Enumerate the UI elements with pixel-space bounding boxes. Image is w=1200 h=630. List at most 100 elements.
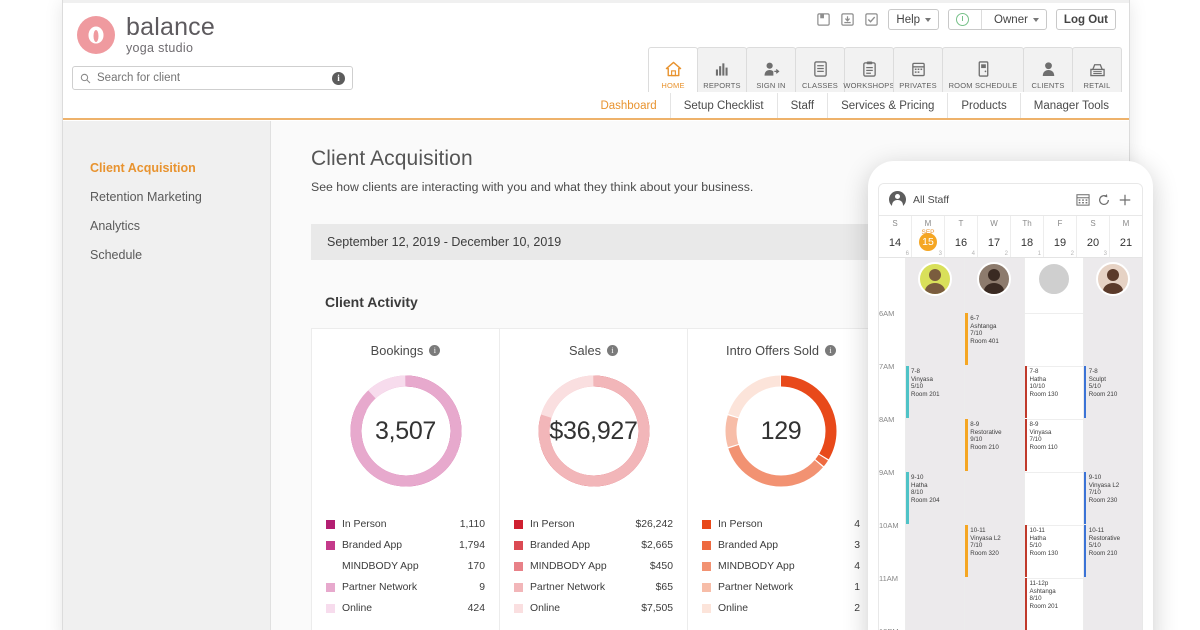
schedule-event[interactable]: 7-8 Sculpt 5/10 Room 210 [1083, 366, 1142, 418]
event-line: 6-7 [970, 315, 980, 322]
nav-tab-retail[interactable]: RETAIL [1072, 47, 1122, 95]
event-line: Room 201 [1029, 602, 1059, 610]
schedule-column-0[interactable]: 7-8 Vinyasa 5/10 Room 201 9-10 Hatha 8/10 Room … [905, 258, 965, 630]
info-icon[interactable]: i [824, 345, 836, 356]
nav-tab-reports[interactable]: REPORTS [697, 47, 747, 95]
calendar-view-icon[interactable] [1076, 193, 1090, 206]
nav-tab-label: PRIVATES [899, 81, 937, 90]
sidebar-item-schedule[interactable]: Schedule [63, 241, 270, 270]
info-icon[interactable]: i [607, 345, 618, 356]
nav-tab-label: REPORTS [703, 81, 741, 90]
subnav-item-setup-checklist[interactable]: Setup Checklist [669, 93, 777, 119]
nav-tab-clients[interactable]: CLIENTS [1023, 47, 1073, 95]
schedule-event[interactable]: 10-11 Hatha 5/10 Room 130 [1024, 525, 1083, 577]
schedule-column-3[interactable]: 7-8 Sculpt 5/10 Room 210 9-10 Vinyasa L2 7/10 R… [1082, 258, 1142, 630]
legend-value: $2,665 [641, 540, 673, 551]
schedule-event[interactable]: 9-10 Hatha 8/10 Room 204 [906, 472, 964, 524]
day-strip: S 14 6 M SEP 15 3 T 16 4 W 17 2 Th 18 1 F 19 2 S 20 3 M 21 [879, 216, 1142, 258]
day-cell-21[interactable]: M 21 [1109, 216, 1142, 257]
day-cell-19[interactable]: F 19 2 [1043, 216, 1076, 257]
event-line: Room 201 [911, 390, 940, 398]
logout-button[interactable]: Log Out [1055, 9, 1116, 30]
day-cell-17[interactable]: W 17 2 [977, 216, 1010, 257]
day-cell-16[interactable]: T 16 4 [944, 216, 977, 257]
nav-tab-room-schedule[interactable]: ROOM SCHEDULE [942, 47, 1024, 95]
search-info-icon[interactable]: i [332, 71, 345, 85]
staff-avatar[interactable] [977, 262, 1012, 299]
sidebar: Client Acquisition Retention Marketing Ana… [63, 121, 271, 630]
subnav-item-services-pricing[interactable]: Services & Pricing [827, 93, 947, 119]
day-cell-18[interactable]: Th 18 1 [1010, 216, 1043, 257]
sidebar-item-analytics[interactable]: Analytics [63, 212, 270, 241]
inbox-icon[interactable] [840, 12, 855, 27]
day-number: 17 [987, 237, 1001, 249]
sidebar-item-retention-marketing[interactable]: Retention Marketing [63, 183, 270, 212]
event-color-bar [906, 366, 909, 418]
subnav-item-manager-tools[interactable]: Manager Tools [1019, 93, 1122, 119]
schedule-event[interactable]: 9-10 Vinyasa L2 7/10 Room 230 [1083, 472, 1142, 524]
event-color-bar [965, 313, 968, 365]
info-icon[interactable]: i [429, 345, 441, 356]
add-icon[interactable] [1118, 193, 1132, 207]
staff-avatar[interactable] [918, 262, 953, 299]
search-icon [80, 73, 91, 83]
calendar-icon [911, 59, 926, 77]
refresh-icon[interactable] [1097, 193, 1111, 207]
subnav-item-dashboard[interactable]: Dashboard [587, 93, 669, 119]
card-header: Intro Offers Sold i [702, 343, 860, 358]
staff-filter-label[interactable]: All Staff [913, 194, 1069, 206]
donut-chart: 3,507 [347, 372, 465, 490]
legend-swatch [514, 541, 523, 550]
nav-tab-workshops[interactable]: WORKSHOPS [843, 47, 895, 95]
day-number: 18 [1020, 237, 1034, 249]
subnav-item-staff[interactable]: Staff [776, 93, 827, 119]
event-line: 5/10 [1088, 542, 1101, 550]
donut-center-value: $36,927 [549, 416, 638, 445]
schedule-event[interactable]: 10-11 Vinyasa L2 7/10 Room 320 [965, 525, 1023, 577]
nav-tab-sign-in[interactable]: SIGN IN [746, 47, 796, 95]
brand-logo[interactable]: balance yoga studio [77, 15, 215, 55]
event-line: 9/10 [970, 436, 983, 444]
event-line: 11-12p [1029, 580, 1049, 587]
schedule-event[interactable]: 6-7 Ashtanga 7/10 Room 401 [965, 313, 1023, 365]
help-dropdown[interactable]: Help [888, 9, 940, 30]
schedule-event[interactable]: 8-9 Vinyasa 7/10 Room 110 [1024, 419, 1083, 471]
day-cell-14[interactable]: S 14 6 [879, 216, 911, 257]
tasks-icon[interactable] [864, 12, 879, 27]
schedule-event[interactable]: 11-12p Ashtanga 8/10 Room 201 [1024, 578, 1083, 630]
sidebar-item-client-acquisition[interactable]: Client Acquisition [63, 154, 270, 183]
clock-status[interactable] [949, 10, 976, 29]
schedule-column-2[interactable]: 7-8 Hatha 10/10 Room 130 8-9 Vinyasa 7/10 Room … [1023, 258, 1083, 630]
day-number: 19 [1053, 237, 1067, 249]
nav-tab-label: CLIENTS [1031, 81, 1065, 90]
schedule-event[interactable]: 7-8 Vinyasa 5/10 Room 201 [906, 366, 964, 418]
legend-value: 3 [854, 540, 860, 551]
notes-icon[interactable] [816, 12, 831, 27]
date-range-label: September 12, 2019 - December 10, 2019 [327, 235, 562, 249]
nav-tab-classes[interactable]: CLASSES [795, 47, 845, 95]
day-name: W [990, 219, 998, 228]
owner-segment[interactable]: Owner [987, 10, 1046, 29]
legend-swatch [514, 562, 523, 571]
phone-header: All Staff [879, 184, 1142, 216]
subnav-item-products[interactable]: Products [947, 93, 1019, 119]
day-name: S [892, 219, 898, 228]
legend-label: Partner Network [530, 582, 606, 593]
legend-swatch [326, 541, 335, 550]
day-cell-15[interactable]: M SEP 15 3 [911, 216, 944, 257]
event-line: Room 110 [1029, 443, 1058, 451]
day-cell-20[interactable]: S 20 3 [1076, 216, 1109, 257]
nav-tab-home[interactable]: HOME [648, 47, 698, 95]
schedule-event[interactable]: 7-8 Hatha 10/10 Room 130 [1024, 366, 1083, 418]
nav-tab-privates[interactable]: PRIVATES [893, 47, 943, 95]
schedule-column-1[interactable]: 6-7 Ashtanga 7/10 Room 401 8-9 Restorative 9/1… [964, 258, 1024, 630]
account-dropdown[interactable]: Owner [948, 9, 1047, 30]
search-input[interactable] [97, 72, 326, 84]
search-box[interactable]: i [72, 66, 353, 90]
staff-avatar[interactable] [1036, 262, 1071, 299]
schedule-event[interactable]: 10-11 Restorative 5/10 Room 210 [1083, 525, 1142, 577]
staff-avatar[interactable] [1095, 262, 1130, 299]
schedule-event[interactable]: 8-9 Restorative 9/10 Room 210 [965, 419, 1023, 471]
nav-tab-label: HOME [661, 81, 685, 90]
day-count: 2 [1004, 251, 1008, 257]
